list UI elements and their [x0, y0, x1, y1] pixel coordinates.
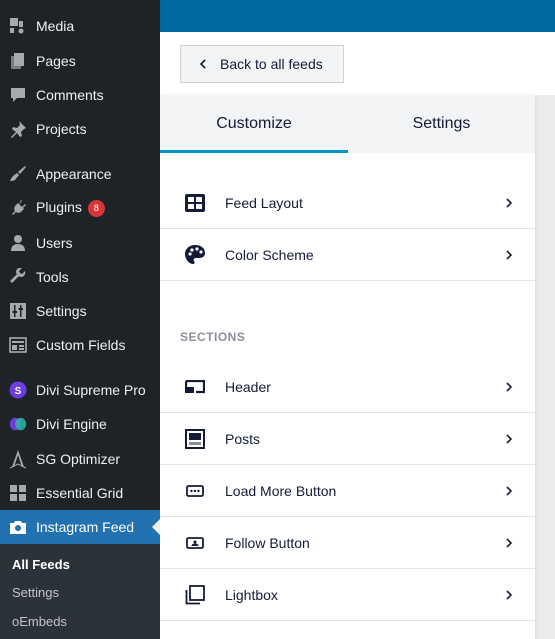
sidebar-item-label: Divi Supreme Pro — [36, 382, 146, 398]
tab-settings[interactable]: Settings — [348, 95, 535, 153]
lightbox-icon — [184, 584, 206, 606]
sidebar-item-label: Plugins 8 — [36, 199, 105, 217]
list-item-header[interactable]: Header — [160, 361, 535, 413]
chevron-right-icon — [505, 588, 513, 607]
sidebar-item-essential-grid[interactable]: Essential Grid — [0, 476, 160, 510]
tab-customize[interactable]: Customize — [160, 95, 348, 153]
pin-icon — [9, 120, 27, 138]
sidebar-item-media[interactable]: Media — [0, 9, 160, 43]
camera-icon — [9, 518, 27, 536]
sidebar-item-label: SG Optimizer — [36, 451, 121, 467]
follow-button-icon — [184, 532, 206, 554]
sections-heading: SECTIONS — [180, 330, 246, 344]
sidebar-item-plugins[interactable]: Plugins 8 — [0, 191, 160, 225]
grid-icon — [9, 484, 27, 502]
list-item-color-scheme[interactable]: Color Scheme — [160, 229, 535, 281]
sidebar-item-instagram-feed[interactable]: Instagram Feed — [0, 510, 160, 544]
sidebar-item-comments[interactable]: Comments — [0, 78, 160, 112]
chevron-right-icon — [505, 380, 513, 399]
chevron-right-icon — [505, 248, 513, 267]
custom-fields-icon — [9, 336, 27, 354]
media-icon — [9, 17, 27, 35]
admin-sidebar: Media Pages Comments Projects Appearance… — [0, 0, 160, 639]
comments-icon — [9, 86, 27, 104]
plugin-icon — [9, 199, 27, 217]
sidebar-item-label: Comments — [36, 87, 104, 103]
svg-text:S: S — [15, 386, 22, 397]
list-item-label: Lightbox — [225, 586, 278, 603]
list-item-label: Header — [225, 378, 271, 395]
divi-supreme-icon: S — [9, 381, 27, 399]
sidebar-item-label: Instagram Feed — [36, 519, 135, 535]
list-item-label: Feed Layout — [225, 194, 303, 211]
sidebar-item-custom-fields[interactable]: Custom Fields — [0, 328, 160, 362]
sg-optimizer-icon — [9, 450, 27, 469]
wrench-icon — [9, 268, 27, 286]
sidebar-item-sg-optimizer[interactable]: SG Optimizer — [0, 442, 160, 476]
sidebar-item-users[interactable]: Users — [0, 226, 160, 260]
header-icon — [184, 376, 206, 398]
settings-sliders-icon — [9, 302, 27, 320]
panel-tabs: Customize Settings — [160, 95, 535, 153]
posts-icon — [184, 428, 206, 450]
sidebar-item-appearance[interactable]: Appearance — [0, 157, 160, 191]
sidebar-item-label: Essential Grid — [36, 485, 124, 501]
sidebar-item-label: Pages — [36, 53, 76, 69]
list-item-label: Color Scheme — [225, 246, 314, 263]
layout-grid-icon — [184, 192, 206, 214]
sidebar-item-label: Users — [36, 235, 73, 251]
instagram-feed-submenu: All Feeds Settings oEmbeds — [0, 544, 160, 639]
load-more-icon — [184, 480, 206, 502]
sidebar-item-projects[interactable]: Projects — [0, 112, 160, 146]
list-item-posts[interactable]: Posts — [160, 413, 535, 465]
sidebar-item-pages[interactable]: Pages — [0, 44, 160, 78]
chevron-left-icon — [199, 57, 207, 74]
chevron-right-icon — [505, 536, 513, 555]
sidebar-item-label: Custom Fields — [36, 337, 126, 353]
list-item-label: Follow Button — [225, 534, 310, 551]
preview-area-edge — [535, 95, 555, 639]
sidebar-item-label: Media — [36, 18, 75, 34]
chevron-right-icon — [505, 484, 513, 503]
active-indicator — [152, 519, 160, 535]
sidebar-item-divi-supreme-pro[interactable]: S Divi Supreme Pro — [0, 373, 160, 407]
customizer-panel: Customize Settings Feed Layout Color Sch… — [160, 95, 535, 639]
sidebar-item-divi-engine[interactable]: Divi Engine — [0, 407, 160, 441]
back-to-all-feeds-button[interactable]: Back to all feeds — [180, 45, 344, 83]
update-count-badge: 8 — [87, 199, 105, 217]
paintbrush-icon — [9, 165, 27, 183]
list-item-label: Posts — [225, 430, 261, 447]
submenu-item-oembeds[interactable]: oEmbeds — [12, 614, 67, 629]
plugins-label: Plugins — [36, 199, 82, 216]
sidebar-item-label: Settings — [36, 303, 87, 319]
back-button-label: Back to all feeds — [220, 56, 323, 72]
list-item-feed-layout[interactable]: Feed Layout — [160, 177, 535, 229]
list-item-load-more-button[interactable]: Load More Button — [160, 465, 535, 517]
sidebar-item-tools[interactable]: Tools — [0, 260, 160, 294]
sidebar-item-label: Appearance — [36, 166, 112, 182]
chevron-right-icon — [505, 196, 513, 215]
list-item-follow-button[interactable]: Follow Button — [160, 517, 535, 569]
chevron-right-icon — [505, 432, 513, 451]
sidebar-item-settings[interactable]: Settings — [0, 294, 160, 328]
sidebar-item-label: Projects — [36, 121, 87, 137]
top-header-bar — [160, 0, 555, 32]
sidebar-item-label: Divi Engine — [36, 416, 107, 432]
users-icon — [9, 234, 27, 252]
submenu-item-all-feeds[interactable]: All Feeds — [12, 557, 70, 572]
list-item-label: Load More Button — [225, 482, 337, 499]
divi-engine-icon — [9, 415, 27, 433]
list-item-lightbox[interactable]: Lightbox — [160, 569, 535, 621]
pages-icon — [9, 52, 27, 70]
sidebar-item-label: Tools — [36, 269, 69, 285]
palette-icon — [184, 244, 206, 266]
submenu-item-settings[interactable]: Settings — [12, 585, 59, 600]
